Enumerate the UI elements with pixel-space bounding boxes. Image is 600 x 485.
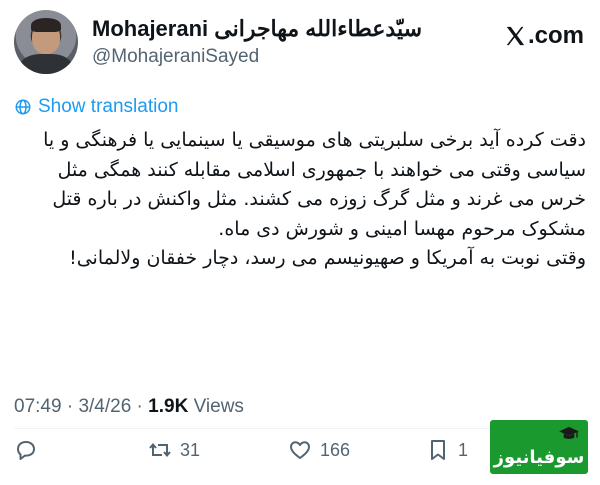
bookmark-icon: [431, 440, 445, 460]
show-translation-label[interactable]: Show translation: [38, 96, 178, 118]
graduation-cap-icon: [559, 426, 579, 439]
translate-icon: [15, 99, 31, 115]
avatar[interactable]: [14, 10, 78, 74]
views-count[interactable]: 1.9K: [148, 396, 188, 417]
tweet-paragraph: وقتی نوبت به آمریکا و صهیونیسم می رسد، د…: [69, 247, 586, 269]
meta-separator: ·: [131, 396, 149, 417]
reply-button[interactable]: [14, 438, 46, 462]
heart-icon: [290, 441, 310, 459]
like-button[interactable]: 166: [288, 438, 350, 462]
display-name[interactable]: Mohajerani سیّدعطاءالله مهاجرانی: [92, 16, 422, 42]
retweet-count: 31: [180, 439, 201, 460]
bookmark-count: 1: [458, 439, 469, 460]
retweet-button[interactable]: 31: [148, 438, 200, 462]
tweet-header: Mohajerani سیّدعطاءالله مهاجرانی @Mohaje…: [14, 10, 586, 80]
tweet-paragraph: دقت کرده آید برخی سلبریتی های موسیقی یا …: [43, 129, 586, 240]
tweet-time[interactable]: 07:49: [14, 396, 62, 417]
show-translation-link[interactable]: Show translation: [14, 96, 178, 118]
views-label: Views: [188, 396, 244, 417]
brand-label: .com: [527, 22, 584, 49]
meta-separator: ·: [61, 396, 79, 417]
reply-icon: [17, 441, 35, 460]
x-logo-icon: [506, 26, 525, 46]
avatar-hair: [31, 18, 61, 32]
tweet-text: دقت کرده آید برخی سلبریتی های موسیقی یا …: [14, 126, 586, 274]
avatar-suit: [20, 54, 72, 74]
bookmark-button[interactable]: 1: [426, 438, 468, 462]
tweet-date[interactable]: 3/4/26: [78, 396, 131, 417]
user-names: Mohajerani سیّدعطاءالله مهاجرانی @Mohaje…: [92, 16, 422, 68]
tweet-meta: 07:49 · 3/4/26 · 1.9K Views: [14, 396, 244, 418]
brand-logo: .com: [504, 22, 584, 50]
watermark-text: سوفیانیوز: [493, 447, 585, 468]
like-count: 166: [320, 439, 351, 460]
retweet-icon: [149, 442, 171, 458]
watermark: سوفیانیوز: [490, 420, 588, 474]
user-handle[interactable]: @MohajeraniSayed: [92, 46, 422, 68]
